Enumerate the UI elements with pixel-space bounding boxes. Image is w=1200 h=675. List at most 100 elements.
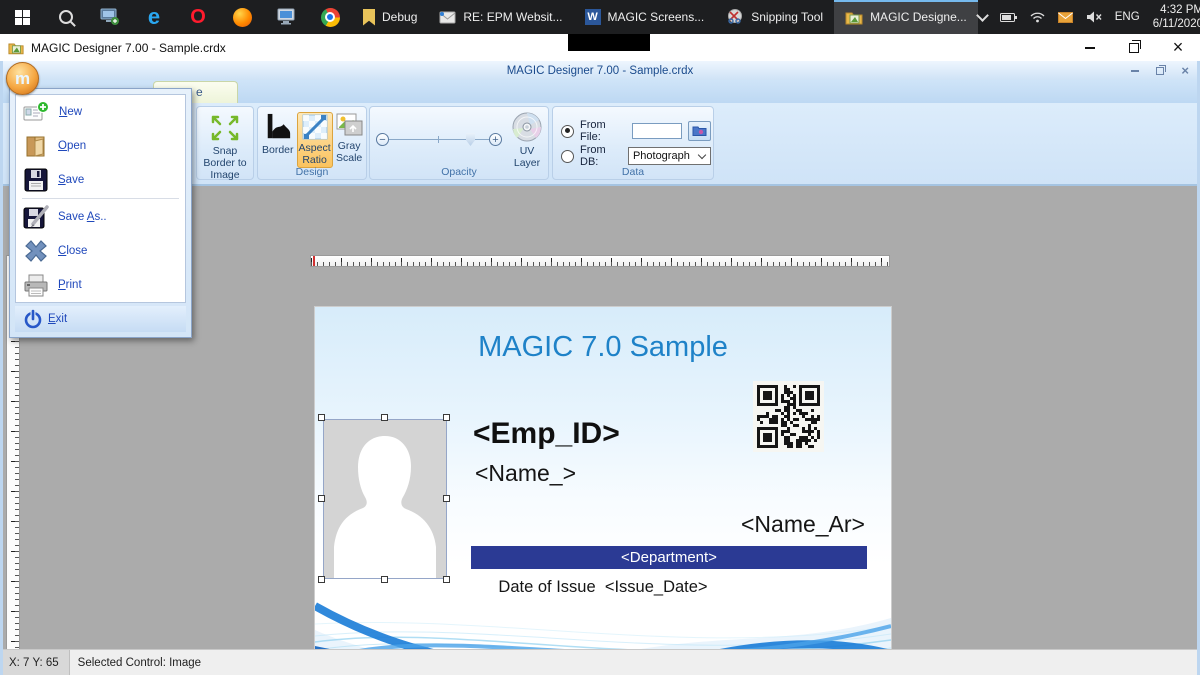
opacity-plus-button[interactable]: + (489, 133, 502, 146)
taskbar-item-firefox[interactable] (220, 0, 264, 34)
menu-item-print[interactable]: Print (16, 268, 185, 302)
file-menu-body: New Open Save Save As.. Close (15, 94, 186, 303)
close-button[interactable]: × (1156, 34, 1200, 61)
emp-id-field[interactable]: <Emp_ID> (473, 417, 620, 451)
snap-border-button[interactable]: Snap Border to Image (197, 113, 253, 181)
menu-item-exit[interactable]: Exit (15, 306, 186, 332)
snap-border-label: Snap Border to Image (198, 145, 252, 181)
card-design[interactable]: MAGIC 7.0 Sample <Emp_ID> <Name_> <Name_… (315, 307, 891, 649)
battery-icon[interactable] (1000, 12, 1017, 23)
taskbar-item-remote-desktop[interactable] (88, 0, 132, 34)
menu-item-save[interactable]: Save (16, 163, 185, 197)
taskbar-button-label: MAGIC Screens... (608, 10, 705, 24)
tray-chevron-icon[interactable] (976, 9, 989, 22)
start-button[interactable] (0, 0, 44, 34)
menu-item-new[interactable]: New (16, 95, 185, 129)
issue-date-label: Date of Issue (498, 578, 595, 596)
from-file-input[interactable] (632, 123, 682, 139)
minimize-icon (1085, 47, 1095, 49)
horizontal-ruler (310, 255, 890, 267)
from-db-radio[interactable] (561, 150, 574, 163)
status-bar: X: 7 Y: 65 Selected Control: Image (3, 649, 1197, 675)
db-field-select[interactable]: Photograph (628, 147, 711, 165)
border-button[interactable]: Border (262, 112, 294, 168)
taskbar-button-label: Debug (382, 10, 417, 24)
photo-placeholder[interactable] (323, 419, 447, 579)
taskbar-button-snipping-tool[interactable]: Snipping Tool (715, 0, 834, 34)
menu-item-close[interactable]: Close (16, 234, 185, 268)
wave-graphic (315, 596, 891, 649)
taskbar-button-debug[interactable]: Debug (352, 0, 428, 34)
aspect-ratio-button[interactable]: Aspect Ratio (297, 112, 333, 168)
taskbar-item-vm-viewer[interactable] (264, 0, 308, 34)
selection-handle-se[interactable] (443, 576, 450, 583)
selection-handle-e[interactable] (443, 495, 450, 502)
opacity-minus-button[interactable]: − (376, 133, 389, 146)
taskbar-item-opera[interactable]: O (176, 0, 220, 34)
name-field[interactable]: <Name_> (475, 460, 576, 487)
qr-code[interactable] (753, 381, 824, 452)
taskbar-item-chrome[interactable] (308, 0, 352, 34)
cursor-coordinates: X: 7 Y: 65 (3, 650, 70, 675)
aspect-ratio-icon (302, 114, 328, 140)
taskbar-button-email[interactable]: RE: EPM Websit... (428, 0, 573, 34)
window-title: MAGIC Designer 7.00 - Sample.crdx (31, 41, 226, 55)
app-icon (8, 41, 24, 55)
new-icon (23, 101, 50, 124)
open-icon (23, 135, 49, 158)
restore-button[interactable] (1112, 34, 1156, 61)
gray-scale-button[interactable]: Gray Scale (336, 112, 363, 168)
print-icon (23, 274, 49, 297)
minimize-button[interactable] (1068, 34, 1112, 61)
search-button[interactable] (44, 0, 88, 34)
selected-control-info: Selected Control: Image (70, 657, 201, 669)
doc-minimize-button[interactable] (1131, 70, 1139, 72)
gray-scale-label: Gray Scale (336, 140, 363, 164)
selection-handle-nw[interactable] (318, 414, 325, 421)
ribbon-group-design: Border Aspect Ratio Gray Scale (257, 106, 367, 180)
selection-handle-n[interactable] (381, 414, 388, 421)
doc-restore-button[interactable] (1156, 67, 1164, 75)
taskbar-button-label: MAGIC Designe... (870, 10, 967, 24)
opacity-slider-thumb[interactable] (466, 133, 475, 146)
magic-designer-icon (845, 10, 863, 25)
document-titlebar: MAGIC Designer 7.00 - Sample.crdx × (3, 61, 1197, 80)
volume-muted-icon[interactable] (1086, 11, 1102, 23)
menu-item-open[interactable]: Open (16, 129, 185, 163)
taskbar-item-edge[interactable]: e (132, 0, 176, 34)
from-file-radio[interactable] (561, 125, 574, 138)
language-indicator[interactable]: ENG (1115, 11, 1140, 23)
department-field[interactable]: <Department> (471, 546, 867, 569)
clock[interactable]: 4:32 PM 6/11/2020 (1153, 3, 1200, 32)
taskbar: e O Debug RE: EPM Websit... W MAGIC Scre… (0, 0, 1200, 34)
orb-letter: m (15, 69, 30, 89)
chevron-down-icon (698, 151, 706, 159)
mail-icon[interactable] (1058, 12, 1073, 23)
doc-close-button[interactable]: × (1181, 63, 1189, 78)
name-ar-field[interactable]: <Name_Ar> (741, 511, 865, 538)
qr-code-icon (757, 385, 820, 448)
selection-handle-s[interactable] (381, 576, 388, 583)
ribbon-group-opacity: − + UV Layer Opacity (369, 106, 549, 180)
uv-layer-button[interactable]: UV Layer (506, 111, 548, 169)
selection-handle-w[interactable] (318, 495, 325, 502)
selection-handle-sw[interactable] (318, 576, 325, 583)
border-label: Border (262, 144, 294, 156)
card-title-text[interactable]: MAGIC 7.0 Sample (315, 331, 891, 364)
wifi-icon[interactable] (1030, 12, 1045, 23)
browse-button[interactable] (688, 121, 711, 141)
ribbon-group-data: From File: From DB: Photograph Data (552, 106, 714, 180)
restore-icon (1129, 43, 1139, 53)
from-db-label: From DB: (580, 144, 622, 168)
menu-item-save-as[interactable]: Save As.. (16, 200, 185, 234)
taskbar-button-label: Snipping Tool (751, 10, 823, 24)
snipping-tool-icon (726, 9, 744, 25)
ribbon-group-snap: Snap Border to Image (196, 106, 254, 180)
taskbar-button-word[interactable]: W MAGIC Screens... (574, 0, 716, 34)
issue-date-field[interactable]: Date of Issue <Issue_Date> (315, 578, 891, 597)
snap-arrows-icon (207, 113, 243, 143)
menu-separator (22, 198, 179, 199)
taskbar-button-magic-designer[interactable]: MAGIC Designe... (834, 0, 978, 34)
application-menu-button[interactable]: m (6, 62, 39, 95)
selection-handle-ne[interactable] (443, 414, 450, 421)
